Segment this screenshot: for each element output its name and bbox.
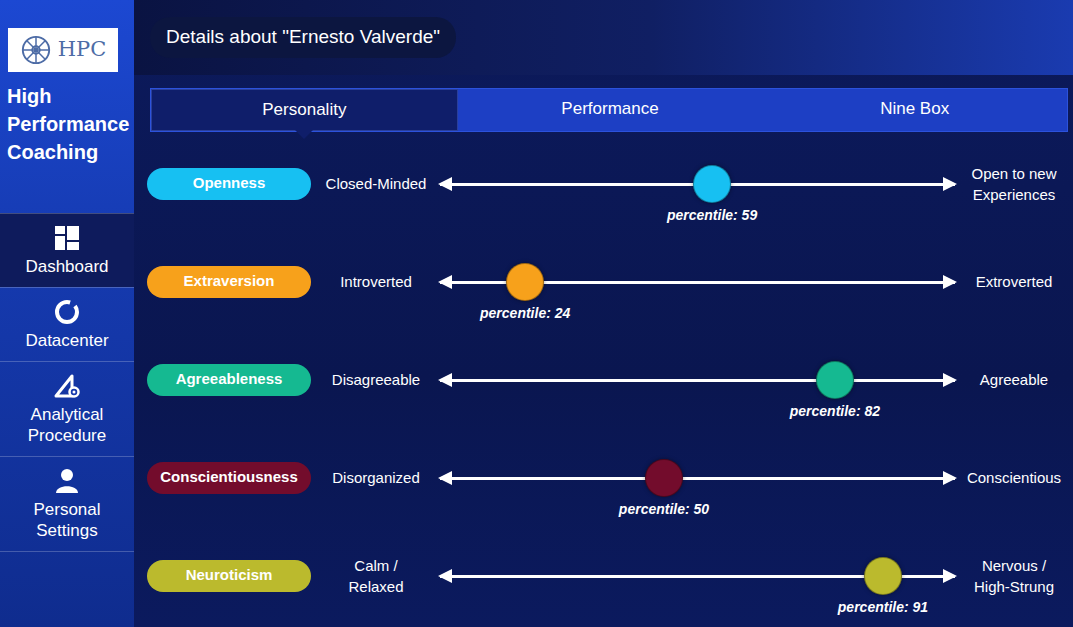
trait-name: Openness (193, 172, 266, 195)
percentile-label: percentile: 59 (667, 205, 757, 226)
sidebar-label: Personal Settings (6, 499, 128, 541)
trait-pill: Extraversion (147, 266, 311, 298)
sidebar-item[interactable]: Dashboard (0, 213, 134, 287)
high-label: Open to new Experiences (960, 163, 1068, 205)
trait-scale: percentile: 59 (436, 135, 960, 233)
trait-pill: Conscientiousness (147, 462, 311, 494)
sidebar: HPC High Performance Coaching Dashboard Dat… (0, 0, 134, 627)
percentile-dot (693, 165, 731, 203)
percentile-dot (506, 263, 544, 301)
sidebar-label: Analytical Procedure (6, 404, 128, 446)
trait-row: Conscientiousness Disorganized percentile:… (134, 429, 1073, 527)
scale-arrow (440, 477, 955, 480)
high-label: Extroverted (960, 271, 1068, 292)
sidebar-item[interactable]: Personal Settings (0, 456, 134, 552)
percentile-label: percentile: 24 (480, 303, 570, 324)
sidebar-item[interactable]: Datacenter (0, 287, 134, 361)
trait-name: Extraversion (184, 270, 275, 293)
scale-arrow (440, 379, 955, 382)
low-label: Introverted (316, 271, 436, 292)
tab[interactable]: Nine Box (762, 89, 1067, 131)
trait-pill: Agreeableness (147, 364, 311, 396)
high-label: Nervous / High-Strung (960, 555, 1068, 597)
percentile-dot (864, 557, 902, 595)
trait-scale: percentile: 50 (436, 429, 960, 527)
trait-scale: percentile: 24 (436, 233, 960, 331)
percentile-label: percentile: 91 (838, 597, 928, 618)
percentile-dot (816, 361, 854, 399)
sidebar-item[interactable]: Analytical Procedure (0, 361, 134, 456)
percentile-dot (645, 459, 683, 497)
header: Details about "Ernesto Valverde" (134, 0, 1073, 75)
tab[interactable]: Personality (151, 89, 458, 131)
percentile-label: percentile: 50 (619, 499, 709, 520)
trait-name: Conscientiousness (160, 466, 298, 489)
tab-label: Nine Box (880, 99, 949, 118)
page-title: Details about "Ernesto Valverde" (150, 17, 456, 58)
logo: HPC (8, 28, 118, 72)
tab-label: Performance (561, 99, 658, 118)
trait-row: Extraversion Introverted percentile: 24 Ext… (134, 233, 1073, 331)
dashboard-icon (53, 224, 81, 252)
low-label: Disorganized (316, 467, 436, 488)
brand-title: High Performance Coaching (0, 72, 134, 213)
trait-scale: percentile: 91 (436, 527, 960, 625)
low-label: Disagreeable (316, 369, 436, 390)
tab[interactable]: Performance (458, 89, 763, 131)
trait-pill: Neuroticism (147, 560, 311, 592)
person-icon (53, 467, 81, 495)
trait-list: Openness Closed-Minded percentile: 59 Open … (134, 132, 1073, 625)
logo-text: HPC (58, 34, 107, 66)
sidebar-label: Datacenter (25, 330, 108, 351)
trait-name: Agreeableness (176, 368, 283, 391)
sidebar-label: Dashboard (25, 256, 108, 277)
main-panel: Details about "Ernesto Valverde" Personal… (134, 0, 1073, 627)
high-label: Conscientious (960, 467, 1068, 488)
tab-label: Personality (262, 100, 346, 119)
low-label: Closed-Minded (316, 173, 436, 194)
high-label: Agreeable (960, 369, 1068, 390)
wheel-logo-icon (20, 34, 52, 66)
trait-row: Neuroticism Calm / Relaxed percentile: 91 N… (134, 527, 1073, 625)
trait-row: Openness Closed-Minded percentile: 59 Open … (134, 135, 1073, 233)
percentile-label: percentile: 82 (790, 401, 880, 422)
analytics-gear-icon (53, 372, 81, 400)
tab-bar: Personality Performance Nine Box (150, 88, 1068, 132)
low-label: Calm / Relaxed (316, 555, 436, 597)
trait-scale: percentile: 82 (436, 331, 960, 429)
trait-row: Agreeableness Disagreeable percentile: 82 A… (134, 331, 1073, 429)
trait-name: Neuroticism (186, 564, 273, 587)
donut-chart-icon (53, 298, 81, 326)
sidebar-nav: Dashboard Datacenter Analytical Procedure P… (0, 213, 134, 552)
trait-pill: Openness (147, 168, 311, 200)
